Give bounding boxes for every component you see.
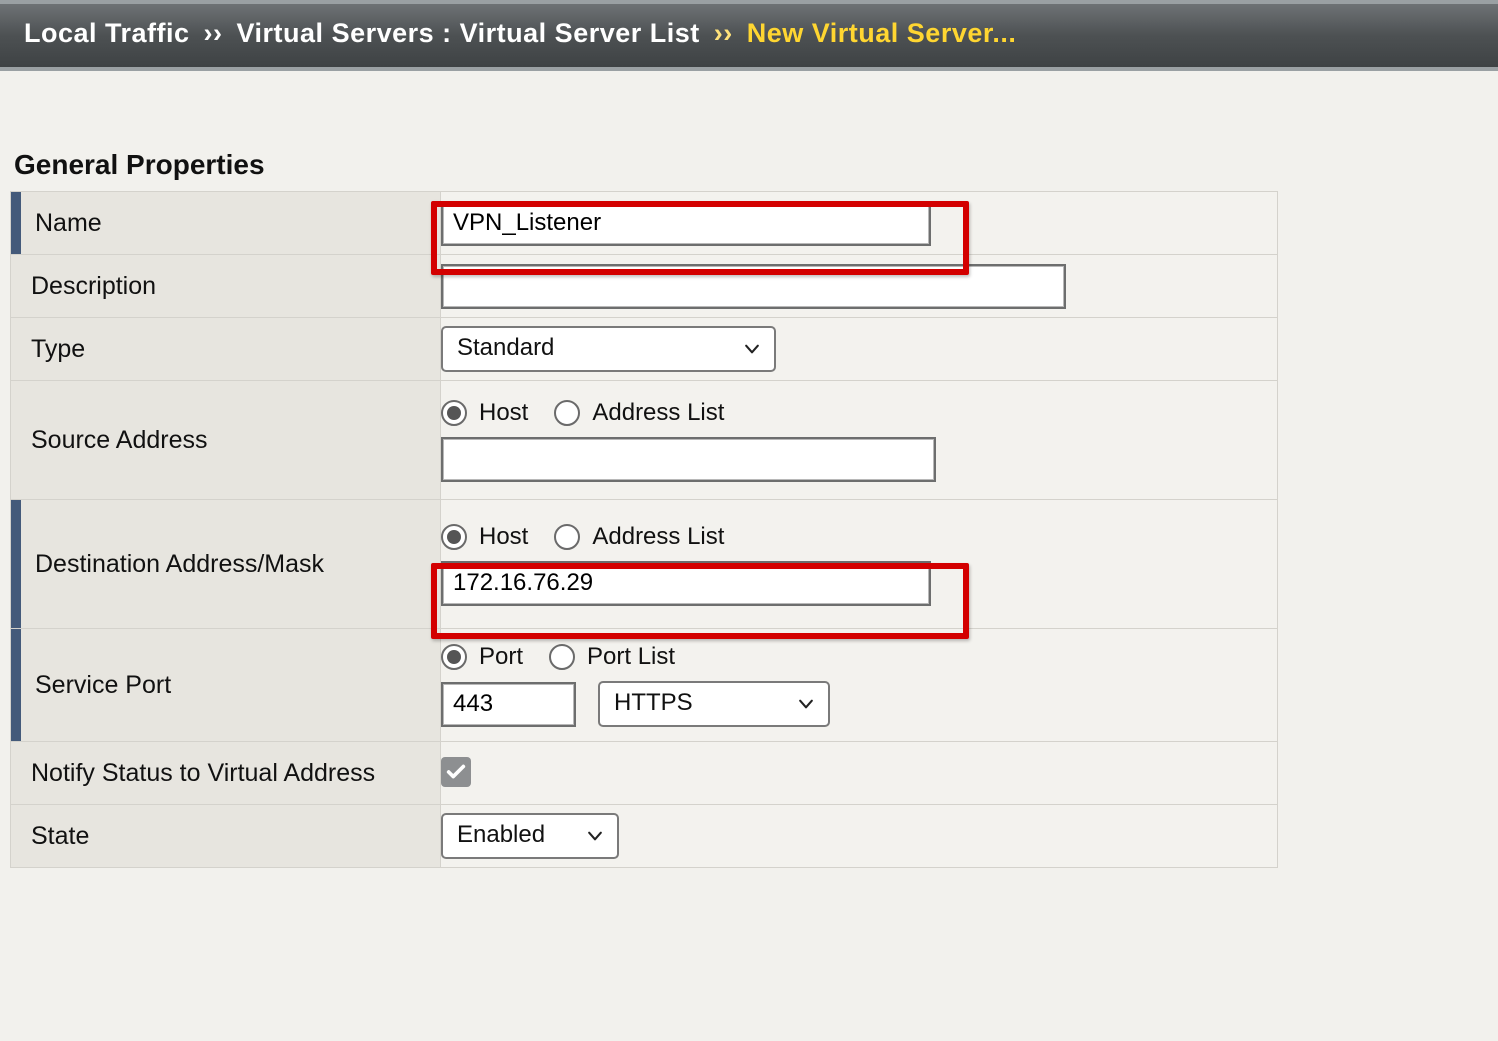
type-select[interactable]: Standard (441, 326, 776, 372)
label-type: Type (11, 318, 440, 380)
port-list-radio[interactable] (549, 644, 575, 670)
chevron-down-icon (796, 694, 816, 714)
state-select-value: Enabled (457, 821, 545, 849)
dest-list-radio[interactable] (554, 524, 580, 550)
source-list-radio-label: Address List (592, 399, 724, 427)
breadcrumb-group[interactable]: Virtual Servers : Virtual Server List (237, 18, 700, 49)
port-radio[interactable] (441, 644, 467, 670)
label-notify-status: Notify Status to Virtual Address (11, 742, 440, 804)
breadcrumb-bar: Local Traffic ›› Virtual Servers : Virtu… (0, 0, 1498, 71)
name-input[interactable] (441, 201, 931, 246)
highlight-destination (441, 569, 931, 596)
source-host-radio[interactable] (441, 400, 467, 426)
breadcrumb-separator-icon: ›› (204, 18, 223, 49)
label-state: State (11, 805, 440, 867)
breadcrumb: Local Traffic ›› Virtual Servers : Virtu… (0, 4, 1498, 67)
service-port-protocol-select[interactable]: HTTPS (598, 681, 830, 727)
source-list-radio[interactable] (554, 400, 580, 426)
destination-address-input[interactable] (441, 561, 931, 606)
source-host-radio-label: Host (479, 399, 528, 427)
state-select[interactable]: Enabled (441, 813, 619, 859)
breadcrumb-current: New Virtual Server... (747, 18, 1017, 49)
label-name: Name (11, 192, 440, 254)
dest-host-radio-label: Host (479, 523, 528, 551)
label-description: Description (11, 255, 440, 317)
breadcrumb-section[interactable]: Local Traffic (24, 18, 190, 49)
dest-host-radio[interactable] (441, 524, 467, 550)
service-port-protocol-value: HTTPS (614, 689, 693, 717)
port-list-radio-label: Port List (587, 643, 675, 671)
label-source-address: Source Address (11, 381, 440, 499)
type-select-value: Standard (457, 334, 554, 362)
properties-table: Name Description Type (10, 191, 1278, 868)
highlight-name (441, 209, 931, 236)
service-port-input[interactable] (441, 682, 576, 727)
description-input[interactable] (441, 264, 1066, 309)
section-title-general-properties: General Properties (14, 149, 1488, 181)
chevron-down-icon (585, 826, 605, 846)
breadcrumb-separator-icon: ›› (714, 18, 733, 49)
notify-status-checkbox[interactable] (441, 757, 471, 787)
port-radio-label: Port (479, 643, 523, 671)
label-service-port: Service Port (11, 629, 440, 741)
dest-list-radio-label: Address List (592, 523, 724, 551)
source-address-input[interactable] (441, 437, 936, 482)
chevron-down-icon (742, 339, 762, 359)
label-destination-address: Destination Address/Mask (11, 500, 440, 628)
